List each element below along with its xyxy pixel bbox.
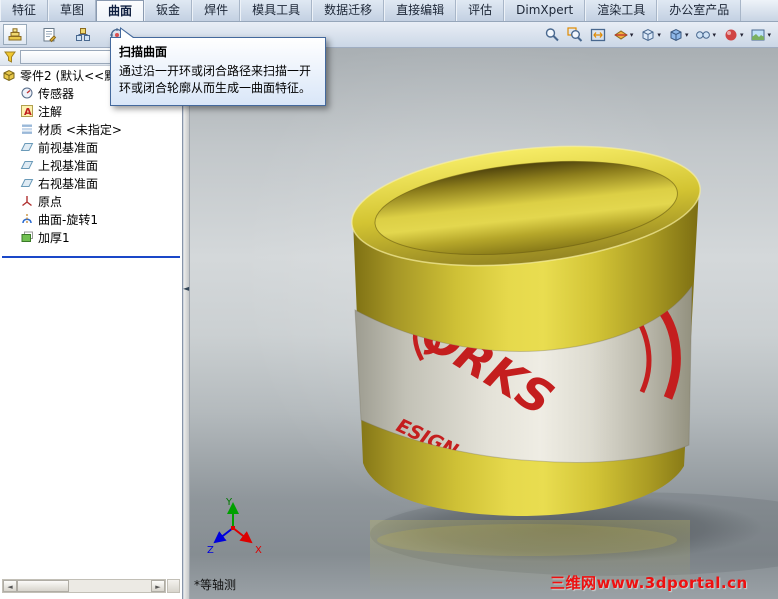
tree-item-label: 上视基准面 [38, 158, 99, 173]
featuremanager-tab[interactable] [3, 24, 27, 45]
display-style-button[interactable]: ▾ [666, 24, 691, 45]
tooltip-title: 扫描曲面 [119, 45, 168, 59]
plane-icon [20, 140, 34, 154]
tree-item-label: 原点 [38, 194, 63, 209]
feature-tree: 传感器 A 注解材质 <未指定> 前视基准面上视基准面右视基准面原点曲面-旋转1 加厚1 [0, 84, 182, 246]
orientation-icon [640, 27, 656, 43]
tree-item-front-plane[interactable]: 前视基准面 [0, 138, 182, 156]
tree-item-right-plane[interactable]: 右视基准面 [0, 174, 182, 192]
zoom-in-out-button[interactable] [542, 24, 562, 45]
tab-office-products[interactable]: 办公室产品 [657, 0, 742, 21]
scroll-corner [167, 579, 180, 593]
tree-item-label: 前视基准面 [38, 140, 99, 155]
y-axis-label: Y [225, 497, 233, 508]
model-3d-mug[interactable]: ORKS ESIGN [190, 48, 778, 599]
tab-mold-tools[interactable]: 模具工具 [240, 0, 313, 21]
tab-surfaces[interactable]: 曲面 [96, 0, 145, 21]
dropdown-caret-icon: ▾ [657, 30, 661, 39]
scroll-right-button[interactable]: ► [151, 580, 165, 592]
tree-item-label: 注解 [38, 104, 63, 119]
collapse-panel-icon[interactable]: ◄ [183, 284, 189, 293]
rollback-bar[interactable] [2, 256, 180, 258]
sensors-icon [20, 86, 34, 100]
section-icon [613, 27, 629, 43]
tree-item-label: 加厚1 [38, 230, 70, 245]
orientation-triad: Y X Z [207, 497, 262, 556]
tree-item-material[interactable]: 材质 <未指定> [0, 120, 182, 138]
tab-features[interactable]: 特征 [0, 0, 49, 21]
tree-item-top-plane[interactable]: 上视基准面 [0, 156, 182, 174]
z-axis [213, 527, 234, 544]
zoom-to-fit-button[interactable] [588, 24, 608, 45]
tab-data-migration[interactable]: 数据迁移 [312, 0, 385, 21]
hide-show-icon [695, 27, 711, 43]
appearance-icon [723, 27, 739, 43]
zoom-to-area-button[interactable] [565, 24, 585, 45]
propertymanager-icon [41, 27, 57, 43]
tab-sketch[interactable]: 草图 [48, 0, 97, 21]
tree-item-surface-revolve1[interactable]: 曲面-旋转1 [0, 210, 182, 228]
ribbon-tabs: 特征 草图 曲面 钣金 焊件 模具工具 数据迁移 直接编辑 评估 DimXpert 渲染工具 办公室产… [0, 0, 778, 22]
display-style-icon [668, 27, 684, 43]
tab-sheet-metal[interactable]: 钣金 [144, 0, 193, 21]
tree-item-label: 曲面-旋转1 [38, 212, 98, 227]
annotations-icon: A [20, 104, 34, 118]
edit-appearance-button[interactable]: ▾ [721, 24, 746, 45]
magnifier-fit-icon [590, 27, 606, 43]
watermark-text: 三维网www.3dportal.cn [550, 574, 748, 592]
tab-evaluate[interactable]: 评估 [456, 0, 505, 21]
section-view-button[interactable]: ▾ [611, 24, 636, 45]
plane-icon [20, 158, 34, 172]
part-icon [2, 68, 16, 82]
tree-item-label: 材质 <未指定> [38, 122, 122, 137]
configurationmanager-tab[interactable] [71, 24, 95, 45]
origin-icon [20, 194, 34, 208]
tree-item-label: 传感器 [38, 86, 75, 101]
triad-origin [231, 526, 235, 530]
magnifier-area-icon [567, 26, 583, 43]
apply-scene-button[interactable]: ▾ [748, 24, 773, 45]
surface-revolve-icon [20, 212, 34, 226]
featuremanager-icon [7, 27, 23, 43]
dropdown-caret-icon: ▾ [767, 30, 771, 39]
tab-render-tools[interactable]: 渲染工具 [585, 0, 658, 21]
svg-text:A: A [24, 107, 32, 118]
tab-dimxpert[interactable]: DimXpert [504, 0, 586, 21]
graphics-viewport[interactable]: ORKS ESIGN Y X Z *等轴测 三维网www.3dportal.cn [190, 48, 778, 599]
filter-funnel-icon[interactable] [3, 50, 17, 64]
magnifier-icon [544, 27, 560, 43]
tab-direct-editing[interactable]: 直接编辑 [384, 0, 457, 21]
propertymanager-tab[interactable] [37, 24, 61, 45]
panel-horizontal-scrollbar[interactable]: ◄ ► [2, 579, 166, 593]
tree-item-thicken1[interactable]: 加厚1 [0, 228, 182, 246]
dropdown-caret-icon: ▾ [739, 30, 744, 39]
view-toolbar: ▾ ▾ ▾ ▾ ▾ ▾ [542, 24, 773, 45]
scroll-left-button[interactable]: ◄ [3, 580, 17, 592]
configurationmanager-icon [75, 27, 91, 43]
tree-item-label: 右视基准面 [38, 176, 99, 191]
view-orientation-label: *等轴测 [194, 578, 237, 592]
tab-weldments[interactable]: 焊件 [192, 0, 241, 21]
tooltip-swept-surface: 扫描曲面 通过沿一开环或闭合路径来扫描一开环或闭合轮廓从而生成一曲面特征。 [110, 27, 326, 106]
x-axis-label: X [255, 545, 262, 556]
feature-manager-panel: ▾ 零件2 (默认<<默认>_显示状态 传感器A注解材质 <未指定>前视基准面上… [0, 48, 183, 599]
hide-show-items-button[interactable]: ▾ [693, 24, 718, 45]
scroll-thumb[interactable] [17, 580, 69, 592]
tooltip-body: 通过沿一开环或闭合路径来扫描一开环或闭合轮廓从而生成一曲面特征。 [119, 64, 312, 96]
material-icon [20, 122, 34, 136]
view-orientation-button[interactable]: ▾ [638, 24, 663, 45]
plane-icon [20, 176, 34, 190]
solidworks-window: 特征 草图 曲面 钣金 焊件 模具工具 数据迁移 直接编辑 评估 DimXpert 渲染工具 办公室产… [0, 0, 778, 599]
z-axis-label: Z [207, 545, 214, 556]
dropdown-caret-icon: ▾ [629, 30, 634, 39]
tree-item-origin[interactable]: 原点 [0, 192, 182, 210]
scene-icon [750, 27, 766, 43]
x-axis [232, 527, 253, 544]
scroll-track[interactable] [69, 580, 151, 592]
dropdown-caret-icon: ▾ [712, 30, 716, 39]
dropdown-caret-icon: ▾ [684, 30, 689, 39]
thicken-icon [20, 230, 34, 244]
